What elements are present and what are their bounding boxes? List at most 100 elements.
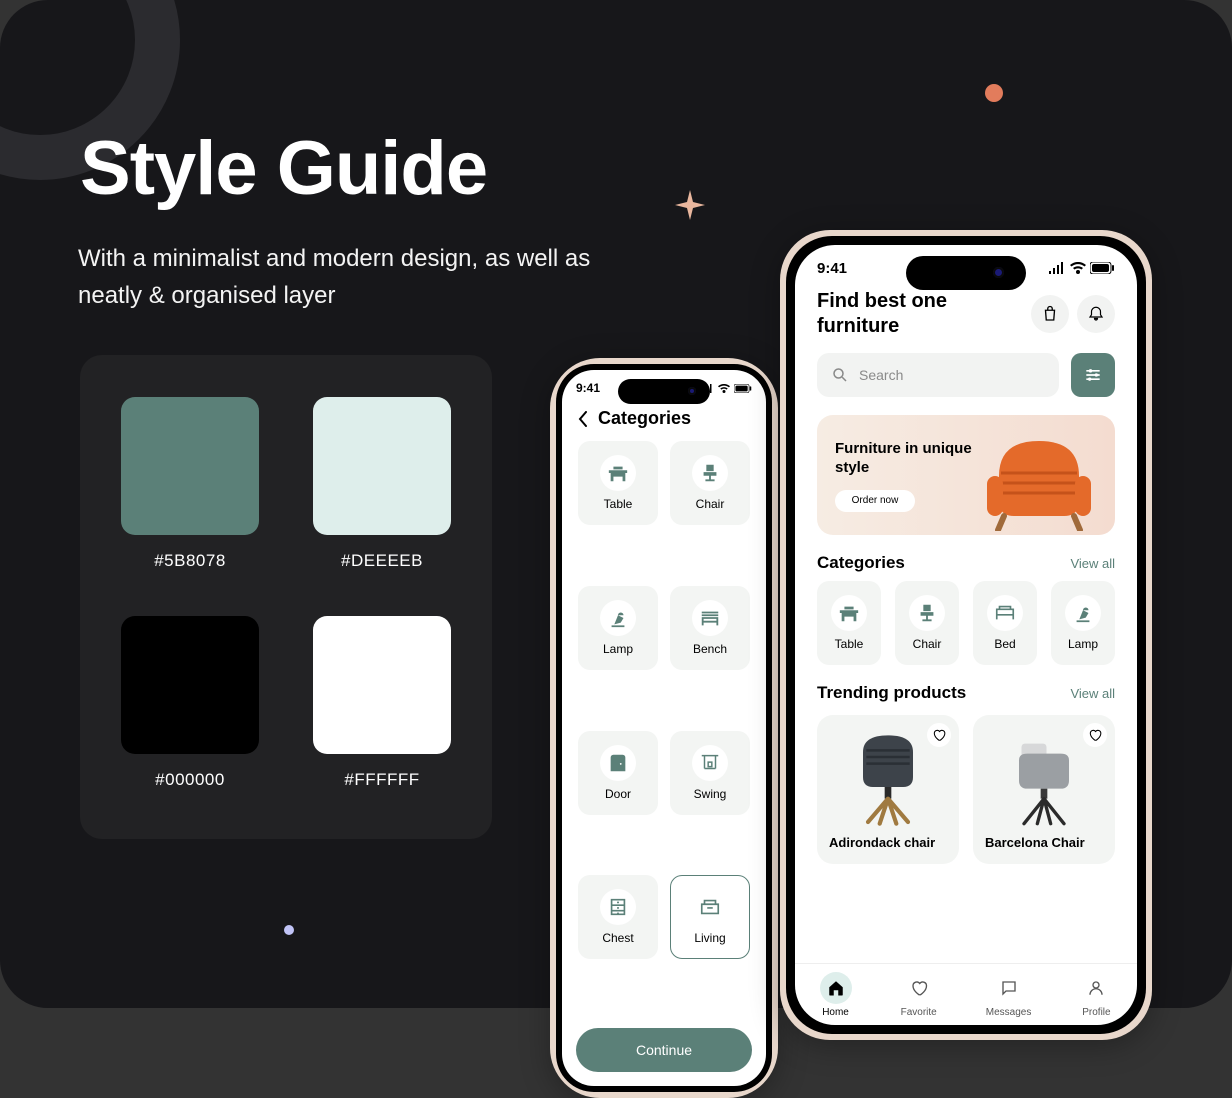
back-icon[interactable] [578,411,588,427]
table-icon [607,462,629,484]
section-trending-title: Trending products [817,683,966,703]
swatch-label: #DEEEEB [341,551,423,571]
deco-dot-lilac [284,925,294,935]
header: Categories [562,400,766,437]
promo-banner[interactable]: Furniture in unique style Order now [817,415,1115,535]
cat-label: Lamp [1068,637,1098,651]
nav-label: Messages [986,1007,1032,1018]
wifi-icon [718,384,730,393]
bottom-nav: Home Favorite Messages Profile [795,963,1137,1025]
swatch-color [313,616,451,754]
page-title: Style Guide [80,125,487,212]
battery-icon [1090,262,1115,274]
cat-living[interactable]: Living [670,875,750,959]
cat-label: Door [605,787,631,801]
bench-icon [699,607,721,629]
cat-label: Table [604,497,633,511]
cat-bench[interactable]: Bench [670,586,750,670]
chair-icon [699,462,721,484]
category-row: Table Chair Bed Lamp [795,581,1137,665]
swatch-color [121,397,259,535]
dynamic-island [906,256,1026,290]
armchair-illustration [969,421,1109,531]
page-subtitle: With a minimalist and modern design, as … [78,240,598,314]
status-time: 9:41 [817,260,847,277]
cat-chair[interactable]: Chair [670,441,750,525]
cat-label: Chair [696,497,725,511]
bag-icon [1041,305,1059,323]
battery-icon [734,384,752,393]
search-input[interactable]: Search [817,353,1059,397]
cat-swing[interactable]: Swing [670,731,750,815]
product-image [994,727,1094,827]
section-categories-title: Categories [817,553,905,573]
swatch-color [313,397,451,535]
continue-button[interactable]: Continue [576,1028,752,1072]
chest-icon [607,896,629,918]
nav-label: Profile [1082,1007,1110,1018]
dynamic-island [618,379,710,404]
nav-favorite[interactable]: Favorite [901,972,937,1018]
phone-categories: 9:41 Categories Table Ch [550,358,778,1098]
swatch-label: #FFFFFF [344,770,419,790]
cat-label: Lamp [603,642,633,656]
heart-icon [932,728,946,742]
cat-table[interactable]: Table [578,441,658,525]
cart-button[interactable] [1031,295,1069,333]
header-title: Categories [598,408,691,429]
swing-icon [699,752,721,774]
product-card[interactable]: Barcelona Chair [973,715,1115,864]
home-icon [827,979,845,997]
cellular-icon [1048,262,1066,274]
nav-profile[interactable]: Profile [1080,972,1112,1018]
cat-lamp[interactable]: Lamp [1051,581,1115,665]
swatch-label: #5B8078 [154,551,226,571]
favorite-button[interactable] [1083,723,1107,747]
bed-icon [994,602,1016,624]
nav-label: Favorite [901,1007,937,1018]
phone-home: 9:41 Find best one furniture [780,230,1152,1040]
chair-icon [916,602,938,624]
chat-icon [1000,979,1018,997]
trending-viewall-link[interactable]: View all [1070,686,1115,701]
nav-messages[interactable]: Messages [986,972,1032,1018]
cat-door[interactable]: Door [578,731,658,815]
cat-lamp[interactable]: Lamp [578,586,658,670]
door-icon [607,752,629,774]
filter-button[interactable] [1071,353,1115,397]
swatch-color [121,616,259,754]
product-card[interactable]: Adirondack chair [817,715,959,864]
categories-viewall-link[interactable]: View all [1070,556,1115,571]
notifications-button[interactable] [1077,295,1115,333]
living-icon [699,896,721,918]
banner-cta[interactable]: Order now [835,490,915,512]
cat-label: Bench [693,642,727,656]
cat-label: Chair [913,637,942,651]
cat-bed[interactable]: Bed [973,581,1037,665]
sparkle-icon [675,190,705,220]
lamp-icon [607,607,629,629]
heart-icon [1088,728,1102,742]
swatch-2: #DEEEEB [310,397,454,578]
cat-table[interactable]: Table [817,581,881,665]
cat-chair[interactable]: Chair [895,581,959,665]
favorite-button[interactable] [927,723,951,747]
nav-home[interactable]: Home [820,972,852,1018]
status-time: 9:41 [576,381,600,395]
swatch-4: #FFFFFF [310,616,454,797]
deco-dot-orange [985,84,1003,102]
product-name: Barcelona Chair [985,835,1085,850]
cat-label: Table [835,637,864,651]
product-list: Adirondack chair Barcelona Chair [795,711,1137,868]
cat-chest[interactable]: Chest [578,875,658,959]
cat-label: Swing [694,787,727,801]
heart-icon [910,979,928,997]
bell-icon [1087,305,1105,323]
cat-label: Bed [994,637,1015,651]
swatch-1: #5B8078 [118,397,262,578]
cat-label: Living [694,931,725,945]
search-icon [831,366,849,384]
palette-card: #5B8078 #DEEEEB #000000 #FFFFFF [80,355,492,839]
table-icon [838,602,860,624]
cat-label: Chest [602,931,633,945]
